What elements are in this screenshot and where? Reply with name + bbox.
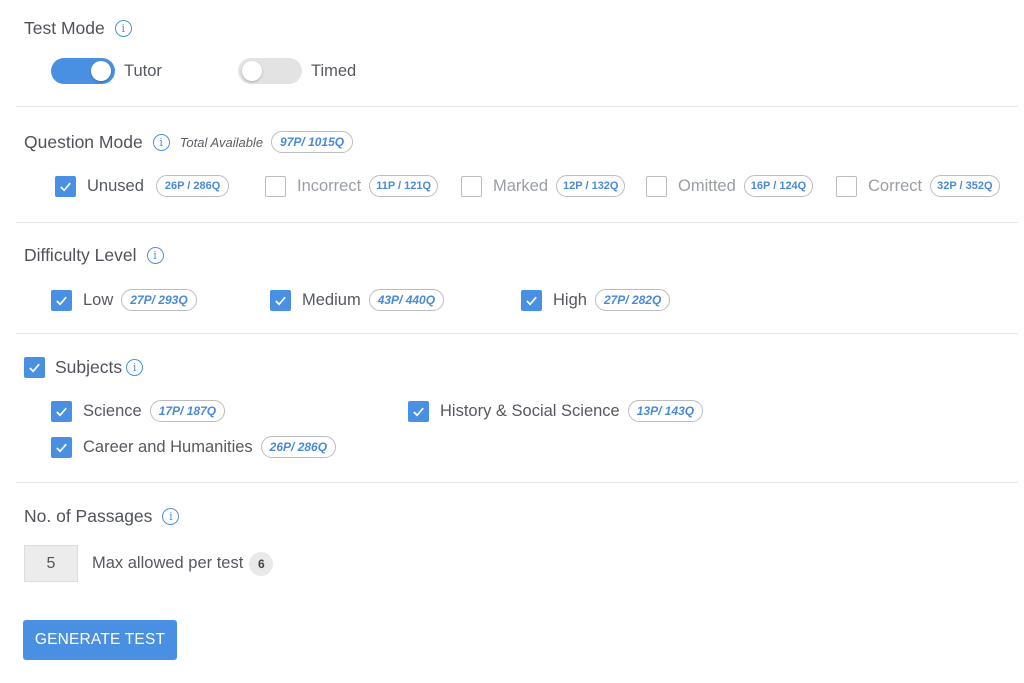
info-icon[interactable]: i bbox=[146, 247, 164, 264]
divider bbox=[16, 482, 1018, 483]
option-count: 27P/ 282Q bbox=[594, 289, 671, 311]
test-mode-heading: Test Mode i bbox=[24, 18, 132, 39]
option-label: Marked bbox=[493, 176, 549, 195]
high-checkbox[interactable] bbox=[521, 289, 542, 311]
passages-title: No. of Passages bbox=[24, 506, 153, 526]
tutor-toggle[interactable] bbox=[51, 58, 115, 84]
tutor-toggle-group[interactable]: Tutor bbox=[51, 58, 162, 84]
divider bbox=[16, 333, 1018, 334]
option-label: History & Social Science bbox=[440, 401, 620, 420]
check-icon bbox=[275, 296, 286, 305]
info-icon[interactable]: i bbox=[114, 20, 132, 37]
check-icon bbox=[56, 407, 67, 416]
divider bbox=[16, 106, 1018, 107]
max-allowed-badge: 6 bbox=[249, 551, 274, 576]
option-label: Omitted bbox=[678, 176, 736, 195]
toggle-knob bbox=[91, 61, 111, 81]
question-mode-option-correct[interactable]: Correct 32P / 352Q bbox=[836, 175, 1000, 197]
option-count: 26P / 286Q bbox=[155, 175, 230, 197]
unused-checkbox[interactable] bbox=[55, 175, 76, 197]
correct-checkbox[interactable] bbox=[836, 175, 857, 197]
science-checkbox[interactable] bbox=[51, 400, 72, 422]
option-count: 12P / 132Q bbox=[556, 175, 626, 197]
incorrect-checkbox[interactable] bbox=[265, 175, 286, 197]
difficulty-title: Difficulty Level bbox=[24, 245, 137, 265]
subjects-title: Subjects bbox=[55, 357, 123, 377]
check-icon bbox=[526, 296, 537, 305]
medium-checkbox[interactable] bbox=[270, 289, 291, 311]
check-icon bbox=[56, 296, 67, 305]
option-count: 17P/ 187Q bbox=[149, 400, 226, 422]
question-mode-option-unused[interactable]: Unused 26P / 286Q bbox=[55, 175, 230, 197]
passages-row: 5 Max allowed per test 6 bbox=[24, 545, 274, 582]
check-icon bbox=[413, 407, 424, 416]
timed-toggle-group[interactable]: Timed bbox=[238, 58, 356, 84]
timed-toggle[interactable] bbox=[238, 58, 302, 84]
option-label: Unused bbox=[87, 176, 144, 195]
question-mode-option-incorrect[interactable]: Incorrect 11P / 121Q bbox=[265, 175, 439, 197]
option-label: Low bbox=[83, 290, 114, 309]
max-allowed-label: Max allowed per test bbox=[92, 554, 244, 572]
marked-checkbox[interactable] bbox=[461, 175, 482, 197]
question-mode-option-omitted[interactable]: Omitted 16P / 124Q bbox=[646, 175, 814, 197]
divider bbox=[16, 222, 1018, 223]
generate-test-wrapper: GENERATE TEST bbox=[23, 620, 177, 660]
omitted-checkbox[interactable] bbox=[646, 175, 667, 197]
info-icon[interactable]: i bbox=[126, 359, 144, 376]
subjects-heading[interactable]: Subjects i bbox=[24, 357, 144, 378]
passages-heading: No. of Passages i bbox=[24, 506, 180, 527]
subject-option-history-social-science[interactable]: History & Social Science 13P/ 143Q bbox=[408, 400, 704, 422]
toggle-knob bbox=[242, 61, 262, 81]
check-icon bbox=[60, 182, 71, 191]
difficulty-option-high[interactable]: High 27P/ 282Q bbox=[521, 289, 671, 311]
option-label: High bbox=[553, 290, 587, 309]
career-humanities-checkbox[interactable] bbox=[51, 436, 72, 458]
subjects-select-all-checkbox[interactable] bbox=[24, 357, 45, 378]
check-icon bbox=[56, 443, 67, 452]
question-mode-heading: Question Mode i Total Available 97P/ 101… bbox=[24, 131, 354, 153]
option-count: 43P/ 440Q bbox=[368, 289, 445, 311]
option-count: 26P/ 286Q bbox=[260, 436, 337, 458]
option-count: 27P/ 293Q bbox=[121, 289, 197, 311]
passages-count-input[interactable]: 5 bbox=[24, 545, 78, 582]
total-available-count: 97P/ 1015Q bbox=[271, 131, 354, 153]
info-icon[interactable]: i bbox=[152, 133, 170, 151]
difficulty-option-medium[interactable]: Medium 43P/ 440Q bbox=[270, 289, 445, 311]
option-count: 32P / 352Q bbox=[930, 175, 1000, 197]
option-label: Incorrect bbox=[297, 176, 362, 195]
option-label: Career and Humanities bbox=[83, 437, 253, 456]
option-count: 16P / 124Q bbox=[743, 175, 814, 197]
test-mode-title: Test Mode bbox=[24, 18, 105, 38]
question-mode-option-marked[interactable]: Marked 12P / 132Q bbox=[461, 175, 626, 197]
info-icon[interactable]: i bbox=[162, 508, 180, 525]
subject-option-career-humanities[interactable]: Career and Humanities 26P/ 286Q bbox=[51, 436, 337, 458]
low-checkbox[interactable] bbox=[51, 289, 72, 311]
generate-test-button[interactable]: GENERATE TEST bbox=[23, 620, 177, 660]
total-available-label: Total Available bbox=[179, 134, 264, 150]
option-count: 13P/ 143Q bbox=[627, 400, 704, 422]
check-icon bbox=[29, 363, 40, 373]
option-label: Medium bbox=[302, 290, 361, 309]
subject-option-science[interactable]: Science 17P/ 187Q bbox=[51, 400, 226, 422]
tutor-label: Tutor bbox=[124, 61, 162, 80]
option-label: Science bbox=[83, 401, 142, 420]
question-mode-title: Question Mode bbox=[24, 131, 143, 152]
timed-label: Timed bbox=[311, 61, 357, 80]
option-count: 11P / 121Q bbox=[369, 175, 439, 197]
history-social-science-checkbox[interactable] bbox=[408, 400, 429, 422]
difficulty-option-low[interactable]: Low 27P/ 293Q bbox=[51, 289, 197, 311]
difficulty-heading: Difficulty Level i bbox=[24, 245, 164, 266]
option-label: Correct bbox=[868, 176, 923, 195]
